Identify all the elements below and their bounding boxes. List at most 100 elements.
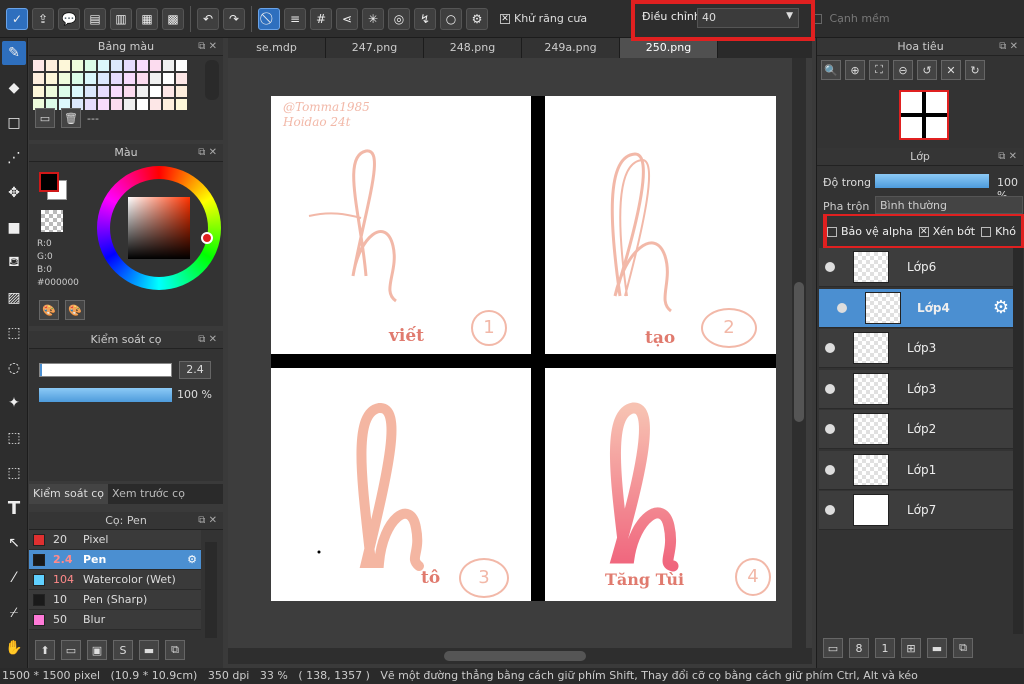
panel-float-close-icon[interactable]: ⧉ ✕ [198, 144, 217, 162]
palette-swatch[interactable] [124, 60, 135, 71]
text-tool-icon[interactable]: T [2, 496, 26, 520]
palette-swatch[interactable] [124, 99, 135, 110]
horizontal-scrollbar[interactable] [228, 648, 812, 664]
curve-snap-icon[interactable]: ↯ [414, 7, 436, 30]
brush-item[interactable]: 10 Pen (Sharp) [29, 590, 201, 610]
new-8bit-layer-icon[interactable]: 8 [849, 638, 869, 658]
palette-swatch[interactable] [33, 60, 44, 71]
palette-swatch[interactable] [59, 60, 70, 71]
palette-swatch[interactable] [59, 73, 70, 84]
vanishing-snap-icon[interactable]: ⋖ [336, 7, 358, 30]
brush-size-value[interactable]: 2.4 [179, 361, 211, 379]
palette-swatch[interactable] [163, 86, 174, 97]
brush-script-icon[interactable]: S [113, 640, 133, 660]
brush-add-icon[interactable]: ⬆ [35, 640, 55, 660]
palette-swatch[interactable] [163, 99, 174, 110]
layer-row[interactable]: Lớp4 ⚙ [819, 288, 1013, 328]
brush-item[interactable]: 50 Blur [29, 610, 201, 630]
tab-248-png[interactable]: 248.png [424, 38, 522, 58]
tab-brush-control[interactable]: Kiểm soát cọ [29, 484, 109, 504]
palette-swatch[interactable] [72, 60, 83, 71]
document-icon[interactable]: ▥ [110, 7, 132, 30]
speech-bubble-icon[interactable]: 💬 [58, 7, 80, 30]
layer-row[interactable]: Lớp6 [819, 248, 1013, 287]
palette-swatch[interactable] [98, 99, 109, 110]
parallel-snap-icon[interactable]: ≡ [284, 7, 306, 30]
zoom-out-icon[interactable]: ⊖ [893, 60, 913, 80]
select-eraser-icon[interactable]: ⬚ [2, 461, 26, 485]
panel-float-close-icon[interactable]: ⧉ ✕ [198, 512, 217, 530]
palette-swatch[interactable] [98, 86, 109, 97]
palette-swatch[interactable] [72, 86, 83, 97]
color-palette-icon[interactable]: 🎨 [39, 300, 59, 320]
palette-swatch[interactable] [111, 73, 122, 84]
tab-247-png[interactable]: 247.png [326, 38, 424, 58]
gear-icon[interactable]: ⚙ [466, 7, 488, 30]
dropper-icon[interactable]: ⁄ [2, 566, 26, 590]
layer-folder-icon[interactable]: ▬ [927, 638, 947, 658]
color-wheel[interactable] [97, 166, 221, 290]
lock-checkbox[interactable]: Khó [981, 225, 1016, 238]
new-page-icon[interactable]: ▭ [35, 108, 55, 128]
add-layer-menu-icon[interactable]: ⊞ [901, 638, 921, 658]
palette-swatch[interactable] [163, 60, 174, 71]
palette-swatch[interactable] [150, 99, 161, 110]
tab-249a-png[interactable]: 249a.png [522, 38, 620, 58]
undo-icon[interactable]: ↶ [197, 7, 219, 30]
palette-swatch[interactable] [150, 86, 161, 97]
brush-item[interactable]: 2.4 Pen ⚙ [29, 550, 201, 570]
eye-icon[interactable] [825, 464, 835, 475]
gear-icon[interactable]: ⚙ [993, 297, 1009, 318]
brush-opacity-slider[interactable] [39, 388, 172, 402]
palette-swatch[interactable] [124, 73, 135, 84]
palette-scrollbar[interactable] [205, 60, 219, 100]
palette-swatch[interactable] [176, 86, 187, 97]
magic-wand-icon[interactable]: ✦ [2, 391, 26, 415]
new-brush-icon[interactable]: ▭ [61, 640, 81, 660]
palette-swatch[interactable] [137, 60, 148, 71]
panel-float-close-icon[interactable]: ⧉ ✕ [198, 38, 217, 56]
layer-scrollbar[interactable] [1013, 248, 1023, 634]
layer-row[interactable]: Lớp3 [819, 329, 1013, 368]
rectangle-select-icon[interactable]: □ [2, 111, 26, 135]
eye-icon[interactable] [837, 302, 847, 313]
select-tool-icon[interactable]: ⬚ [2, 321, 26, 345]
tab-se-mdp[interactable]: se.mdp [228, 38, 326, 58]
palette-swatch[interactable] [72, 73, 83, 84]
palette-swatches[interactable] [29, 56, 223, 114]
eye-icon[interactable] [825, 505, 835, 515]
palette-swatch[interactable] [33, 73, 44, 84]
brush-scrollbar[interactable] [205, 542, 217, 638]
rotate-left-icon[interactable]: ↺ [917, 60, 937, 80]
protect-alpha-checkbox[interactable]: Bảo vệ alpha [827, 225, 913, 238]
export-icon[interactable]: ⇪ [32, 7, 54, 30]
palette-swatch[interactable] [85, 73, 96, 84]
palette-swatch[interactable] [111, 99, 122, 110]
brush-item[interactable]: 20 Pixel [29, 530, 201, 550]
palette-swatch[interactable] [46, 60, 57, 71]
antialias-checkbox[interactable]: ✕ Khử răng cưa [500, 12, 587, 25]
palette-swatch[interactable] [163, 73, 174, 84]
zoom-in-icon[interactable]: ⊕ [845, 60, 865, 80]
palette-swatch[interactable] [46, 86, 57, 97]
brush-tool-icon[interactable]: ✎ [2, 41, 26, 65]
text-bubble-icon[interactable]: ▤ [84, 7, 106, 30]
grid-snap-icon[interactable]: # [310, 7, 332, 30]
brush-copy-icon[interactable]: ⧉ [165, 640, 185, 660]
gradient-tool-icon[interactable]: ▨ [2, 286, 26, 310]
trash-icon[interactable]: 🗑 [61, 108, 81, 128]
eraser-tool-icon[interactable]: ◆ [2, 76, 26, 100]
layer-row[interactable]: Lớp1 [819, 450, 1013, 490]
eye-icon[interactable] [825, 383, 835, 394]
palette-swatch[interactable] [85, 60, 96, 71]
circle-snap-icon[interactable]: ◎ [388, 7, 410, 30]
zoom-icon[interactable]: 🔍 [821, 60, 841, 80]
fit-window-icon[interactable]: ⛶ [869, 60, 889, 80]
lasso-tool-icon[interactable]: ◌ [2, 356, 26, 380]
table-icon[interactable]: ▦ [136, 7, 158, 30]
drawing-canvas[interactable]: @Tomma1985 Hoidao 24t viết 1 tạo 2 tô 3 [271, 96, 776, 601]
operation-tool-icon[interactable]: ↖ [2, 531, 26, 555]
navigator-preview[interactable] [899, 90, 949, 140]
select-pen-icon[interactable]: ⬚ [2, 426, 26, 450]
redo-icon[interactable]: ↷ [223, 7, 245, 30]
